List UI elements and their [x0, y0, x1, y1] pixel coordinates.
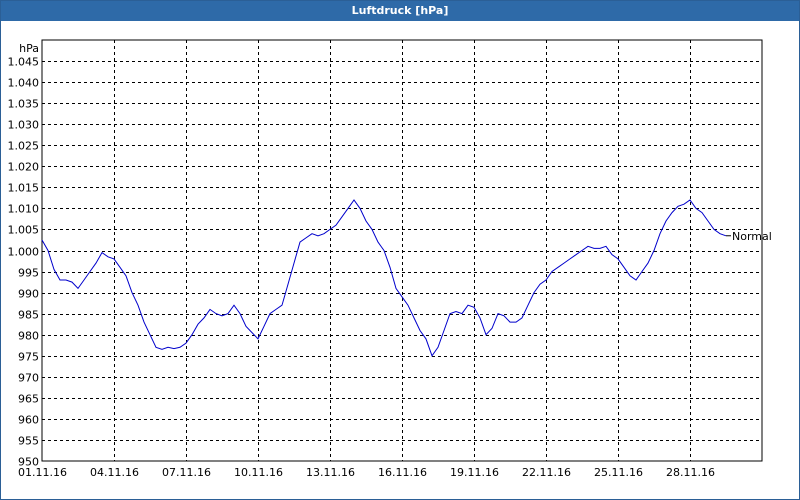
x-tick-label: 16.11.16 — [378, 466, 427, 479]
y-tick-label: 955 — [18, 435, 39, 448]
y-tick-label: 1.040 — [8, 77, 40, 90]
normal-annotation: Normal — [732, 230, 772, 243]
y-tick-label: 1.035 — [8, 98, 40, 111]
chart-window: Luftdruck [hPa] 950 955 960 965 970 975 980 985… — [0, 0, 800, 500]
x-tick-label: 10.11.16 — [234, 466, 283, 479]
y-axis-label: hPa — [19, 42, 39, 55]
y-tick-label: 1.045 — [8, 56, 40, 69]
y-tick-label: 1.010 — [8, 203, 40, 216]
x-tick-label: 07.11.16 — [162, 466, 211, 479]
x-tick-label: 01.11.16 — [18, 466, 67, 479]
x-tick-label: 04.11.16 — [90, 466, 139, 479]
y-tick-label: 1.030 — [8, 119, 40, 132]
y-tick-label: 985 — [18, 309, 39, 322]
y-tick-label: 1.015 — [8, 182, 40, 195]
window-title: Luftdruck [hPa] — [1, 1, 799, 21]
y-tick-label: 960 — [18, 414, 39, 427]
y-tick-label: 980 — [18, 330, 39, 343]
y-tick-label: 990 — [18, 288, 39, 301]
pressure-line-chart: 9509559609659709759809859909951.0001.005… — [8, 39, 772, 479]
y-tick-label: 1.000 — [8, 246, 40, 259]
x-tick-label: 25.11.16 — [594, 466, 643, 479]
y-tick-label: 1.025 — [8, 140, 40, 153]
y-tick-label: 965 — [18, 393, 39, 406]
y-tick-label: 975 — [18, 351, 39, 364]
x-tick-label: 28.11.16 — [666, 466, 715, 479]
x-tick-label: 22.11.16 — [522, 466, 571, 479]
y-tick-label: 970 — [18, 372, 39, 385]
y-tick-label: 1.020 — [8, 161, 40, 174]
x-tick-label: 19.11.16 — [450, 466, 499, 479]
x-tick-label: 13.11.16 — [306, 466, 355, 479]
y-tick-label: 1.005 — [8, 224, 40, 237]
y-tick-label: 995 — [18, 267, 39, 280]
